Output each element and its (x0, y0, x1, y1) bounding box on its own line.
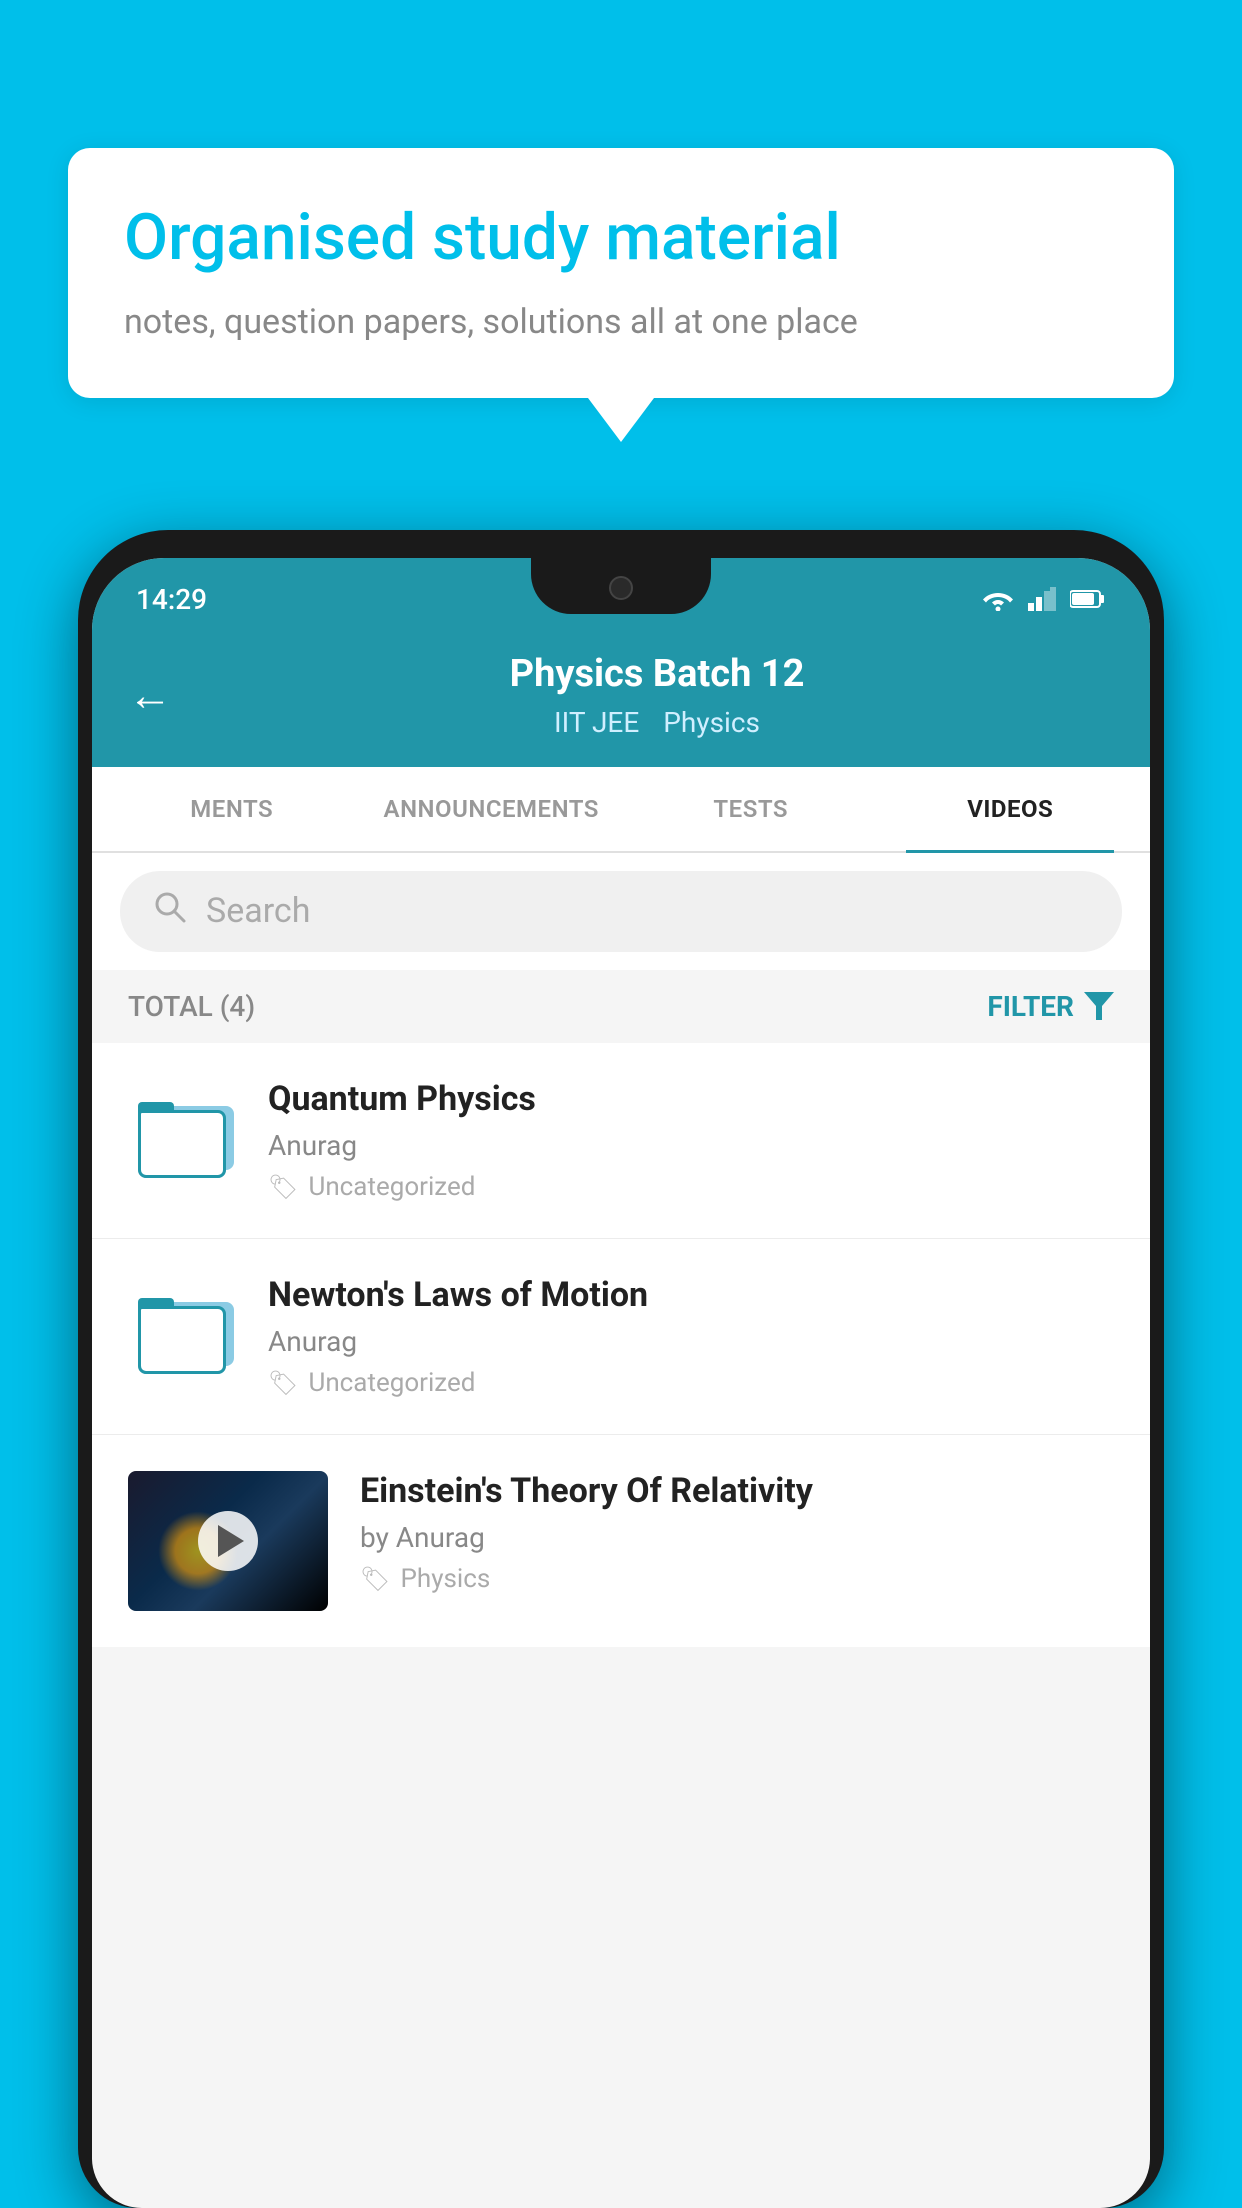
header-tag-physics: Physics (663, 706, 760, 739)
tag-icon-3: 🏷 (360, 1565, 390, 1593)
tag-icon-1: 🏷 (268, 1173, 298, 1201)
video-info-3: Einstein's Theory Of Relativity by Anura… (360, 1471, 1114, 1594)
filter-bar: TOTAL (4) FILTER (92, 970, 1150, 1043)
phone-notch (531, 558, 711, 614)
filter-label: FILTER (987, 990, 1074, 1023)
tag-label-1: Uncategorized (308, 1172, 475, 1202)
header-center: Physics Batch 12 IIT JEE Physics (200, 652, 1114, 739)
folder-thumb-2 (128, 1282, 236, 1390)
play-button[interactable] (198, 1511, 258, 1571)
speech-bubble: Organised study material notes, question… (68, 148, 1174, 398)
total-count: TOTAL (4) (128, 990, 255, 1023)
video-info-2: Newton's Laws of Motion Anurag 🏷 Uncateg… (268, 1275, 1114, 1398)
video-info-1: Quantum Physics Anurag 🏷 Uncategorized (268, 1079, 1114, 1202)
search-container: Search (92, 853, 1150, 970)
tag-label-2: Uncategorized (308, 1368, 475, 1398)
video-tag-3: 🏷 Physics (360, 1564, 1114, 1594)
tabs-bar: MENTS ANNOUNCEMENTS TESTS VIDEOS (92, 767, 1150, 853)
video-author-1: Anurag (268, 1129, 1114, 1162)
tag-label-3: Physics (400, 1564, 490, 1594)
filter-button[interactable]: FILTER (987, 990, 1114, 1023)
video-thumbnail-3 (128, 1471, 328, 1611)
video-author-3: by Anurag (360, 1521, 1114, 1554)
status-icons (982, 587, 1106, 611)
video-tag-1: 🏷 Uncategorized (268, 1172, 1114, 1202)
video-author-2: Anurag (268, 1325, 1114, 1358)
bubble-subtitle: notes, question papers, solutions all at… (124, 299, 1118, 347)
battery-icon (1070, 589, 1106, 609)
tag-icon-2: 🏷 (268, 1369, 298, 1397)
search-bar[interactable]: Search (120, 871, 1122, 952)
status-time: 14:29 (136, 583, 207, 616)
video-list: Quantum Physics Anurag 🏷 Uncategorized (92, 1043, 1150, 1647)
video-tag-2: 🏷 Uncategorized (268, 1368, 1114, 1398)
back-button[interactable]: ← (128, 669, 172, 721)
tab-announcements[interactable]: ANNOUNCEMENTS (362, 767, 622, 851)
wifi-icon (982, 587, 1014, 611)
header-tags: IIT JEE Physics (200, 706, 1114, 739)
folder-thumb-1 (128, 1086, 236, 1194)
signal-icon (1028, 587, 1056, 611)
list-item[interactable]: Quantum Physics Anurag 🏷 Uncategorized (92, 1043, 1150, 1239)
list-item[interactable]: Newton's Laws of Motion Anurag 🏷 Uncateg… (92, 1239, 1150, 1435)
search-placeholder: Search (206, 891, 310, 931)
video-title-2: Newton's Laws of Motion (268, 1275, 1114, 1315)
play-icon (218, 1525, 244, 1557)
tab-ments[interactable]: MENTS (102, 767, 362, 851)
video-title-1: Quantum Physics (268, 1079, 1114, 1119)
app-header: ← Physics Batch 12 IIT JEE Physics (92, 630, 1150, 767)
camera (609, 576, 633, 600)
search-icon (152, 889, 188, 934)
list-item[interactable]: Einstein's Theory Of Relativity by Anura… (92, 1435, 1150, 1647)
tab-videos[interactable]: VIDEOS (881, 767, 1141, 851)
tab-tests[interactable]: TESTS (621, 767, 881, 851)
header-tag-iitjee: IIT JEE (554, 706, 639, 739)
header-title: Physics Batch 12 (200, 652, 1114, 698)
bubble-title: Organised study material (124, 200, 1118, 277)
filter-icon (1084, 992, 1114, 1020)
video-title-3: Einstein's Theory Of Relativity (360, 1471, 1114, 1511)
phone-frame: 14:29 (78, 530, 1164, 2208)
phone-screen: 14:29 (92, 558, 1150, 2208)
